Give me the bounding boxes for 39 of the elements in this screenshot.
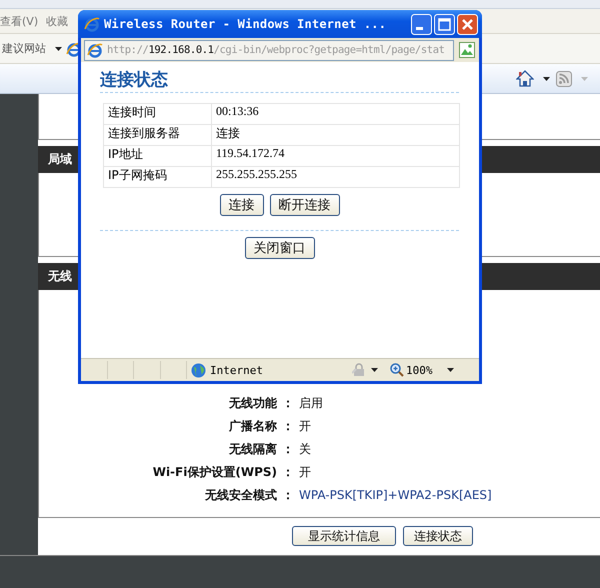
colon-separator: ： [281, 464, 295, 480]
table-cell: 连接 [212, 124, 460, 146]
setting-label: 无线功能 [228, 394, 277, 412]
setting-value: WPA-PSK[TKIP]+WPA2-PSK[AES] [299, 488, 492, 502]
address-field[interactable]: http://192.168.0.1/cgi-bin/webproc?getpage=html/page/stat [84, 40, 454, 60]
suggested-sites-link[interactable]: 建议网站 [2, 41, 46, 56]
table-cell: 连接到服务器 [104, 124, 212, 146]
colon-separator: ： [281, 418, 295, 434]
table-cell: 连接时间 [104, 104, 212, 124]
colon-separator: ： [281, 486, 295, 504]
url-text: http://192.168.0.1/cgi-bin/webproc?getpage=html/page/stat [107, 44, 445, 56]
setting-value: 启用 [299, 394, 323, 412]
setting-value: 开 [299, 464, 311, 480]
table-cell: IP子网掩码 [104, 166, 212, 188]
section-title: 无线 [48, 268, 72, 285]
menu-item[interactable]: 收藏 [46, 14, 68, 28]
zoom-level[interactable]: 100% [406, 364, 432, 376]
zone-label: Internet [210, 364, 264, 376]
disconnect-button[interactable]: 断开连接 [270, 194, 340, 216]
colon-separator: ： [281, 394, 295, 412]
table-cell: 119.54.172.74 [212, 146, 460, 166]
colon-separator: ： [281, 440, 295, 458]
setting-label: 广播名称 [228, 418, 277, 434]
table-cell: IP地址 [104, 146, 212, 166]
connect-button[interactable]: 连接 [220, 194, 264, 216]
setting-label: Wi-Fi保护设置(WPS) [152, 464, 277, 480]
setting-value: 关 [299, 440, 311, 458]
section-title: 局域 [48, 151, 72, 168]
page-heading: 连接状态 [100, 69, 169, 90]
setting-value: 开 [299, 418, 311, 434]
connection-status-button[interactable]: 连接状态 [403, 526, 473, 546]
close-window-button[interactable]: 关闭窗口 [244, 237, 314, 259]
menu-item[interactable]: 查看(V) [0, 14, 38, 28]
setting-label: 无线安全模式 [204, 486, 277, 504]
show-statistics-button[interactable]: 显示统计信息 [292, 526, 396, 546]
window-title: Wireless Router - Windows Internet ... [104, 17, 388, 31]
table-cell: 00:13:36 [212, 104, 460, 124]
setting-label: 无线隔离 [228, 440, 277, 458]
table-cell: 255.255.255.255 [212, 166, 460, 188]
